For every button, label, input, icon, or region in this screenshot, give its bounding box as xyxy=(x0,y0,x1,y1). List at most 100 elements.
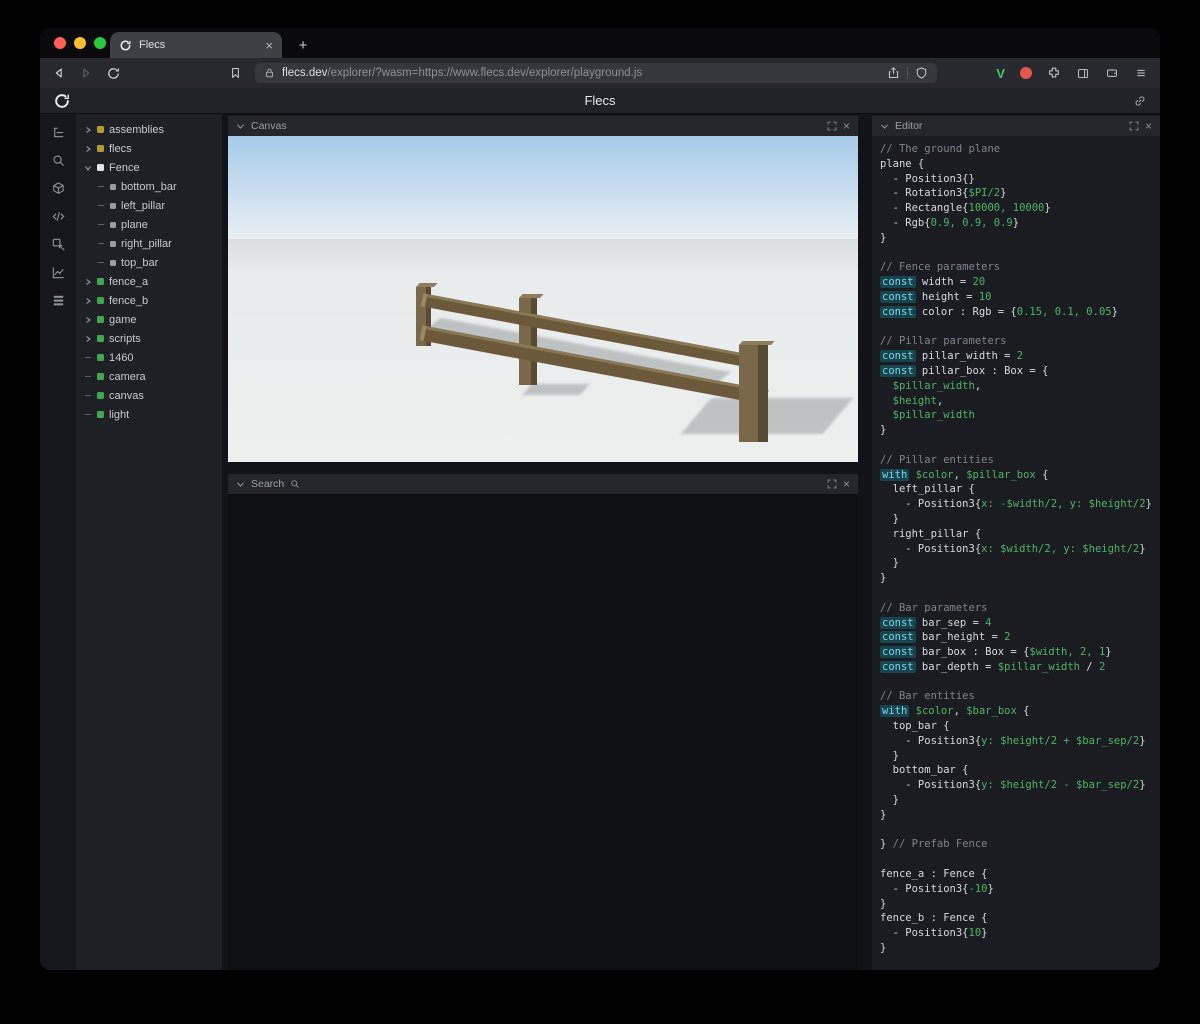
close-tab-icon[interactable]: × xyxy=(265,39,273,52)
code-line: const height = 10 xyxy=(880,290,992,303)
chevron-down-icon[interactable] xyxy=(236,123,245,130)
3d-viewport[interactable] xyxy=(228,136,858,462)
code-line: fence_a : Fence { xyxy=(880,868,988,881)
code-line: right_pillar { xyxy=(880,527,982,540)
code-line: fence_b : Fence { xyxy=(880,912,988,925)
chevron-down-icon[interactable] xyxy=(880,123,889,130)
code-line: - Position3{y: $height/2 - $bar_sep/2} xyxy=(880,779,1146,792)
code-line: plane { xyxy=(880,157,925,170)
tree-item-label: plane xyxy=(121,218,148,231)
code-icon[interactable] xyxy=(45,205,71,228)
search-icon[interactable] xyxy=(45,149,71,172)
code-line: const width = 20 xyxy=(880,276,986,289)
tree-icon[interactable] xyxy=(45,121,71,144)
chart-icon[interactable] xyxy=(45,261,71,284)
minimize-window-button[interactable] xyxy=(74,37,86,49)
tree-item-fence_a[interactable]: fence_a xyxy=(76,272,222,291)
code-line: with $color, $bar_box { xyxy=(880,705,1030,718)
close-window-button[interactable] xyxy=(54,37,66,49)
bookmark-icon[interactable] xyxy=(229,66,242,80)
share-icon[interactable] xyxy=(887,66,900,80)
stats-icon[interactable] xyxy=(45,289,71,312)
tree-item-assemblies[interactable]: assemblies xyxy=(76,120,222,139)
code-line: // Fence parameters xyxy=(880,261,1001,274)
tab-title: Flecs xyxy=(139,39,166,51)
entity-color-square xyxy=(97,126,104,133)
close-icon[interactable]: × xyxy=(843,120,850,132)
tree-item-fence_b[interactable]: fence_b xyxy=(76,291,222,310)
tree-item-light[interactable]: light xyxy=(76,405,222,424)
fullscreen-icon[interactable] xyxy=(1129,121,1139,131)
shield-icon[interactable] xyxy=(915,66,928,80)
tree-item-right_pillar[interactable]: right_pillar xyxy=(76,234,222,253)
tree-item-top_bar[interactable]: top_bar xyxy=(76,253,222,272)
main-area: assemblies flecs Fence bottom_bar left_pilla… xyxy=(40,114,1160,970)
code-line: } xyxy=(880,942,887,955)
record-extension-icon[interactable] xyxy=(1020,67,1032,79)
tree-item-left_pillar[interactable]: left_pillar xyxy=(76,196,222,215)
extensions-puzzle-icon[interactable] xyxy=(1047,66,1061,80)
tree-item-label: camera xyxy=(109,370,146,383)
fullscreen-icon[interactable] xyxy=(827,479,837,489)
url-path: /explorer/?wasm=https://www.flecs.dev/ex… xyxy=(327,67,643,79)
tree-item-Fence[interactable]: Fence xyxy=(76,158,222,177)
code-line: // The ground plane xyxy=(880,143,1001,155)
v-extension-icon[interactable]: V xyxy=(996,66,1005,81)
collapse-icon[interactable] xyxy=(83,164,92,172)
tree-item-plane[interactable]: plane xyxy=(76,215,222,234)
expand-icon[interactable] xyxy=(83,145,92,153)
expand-icon[interactable] xyxy=(83,316,92,324)
back-icon[interactable] xyxy=(52,66,66,80)
tree-item-flecs[interactable]: flecs xyxy=(76,139,222,158)
zoom-window-button[interactable] xyxy=(94,37,106,49)
expand-icon[interactable] xyxy=(83,297,92,305)
tree-item-game[interactable]: game xyxy=(76,310,222,329)
fullscreen-icon[interactable] xyxy=(827,121,837,131)
tree-item-1460[interactable]: 1460 xyxy=(76,348,222,367)
code-line: } xyxy=(880,557,899,570)
search-panel-header: Search × xyxy=(228,474,858,494)
tree-item-canvas[interactable]: canvas xyxy=(76,386,222,405)
reload-icon[interactable] xyxy=(106,66,121,81)
expand-icon[interactable] xyxy=(83,335,92,343)
new-tab-button[interactable]: + xyxy=(290,32,316,58)
close-icon[interactable]: × xyxy=(843,478,850,490)
tree-item-bottom_bar[interactable]: bottom_bar xyxy=(76,177,222,196)
tree-item-scripts[interactable]: scripts xyxy=(76,329,222,348)
editor-column: Editor × // The ground plane plane { - Po… xyxy=(872,114,1160,970)
fence-shadow xyxy=(522,384,590,395)
expand-icon[interactable] xyxy=(83,278,92,286)
wallet-icon[interactable] xyxy=(1105,67,1119,79)
code-line: - Position3{x: -$width/2, y: $height/2} xyxy=(880,498,1152,511)
tree-connector xyxy=(96,224,105,225)
code-line: } xyxy=(880,424,887,437)
tree-connector xyxy=(83,376,92,377)
code-line: } xyxy=(880,512,899,525)
tree-item-label: fence_b xyxy=(109,294,149,307)
inspect-icon[interactable] xyxy=(45,233,71,256)
code-line: const color : Rgb = {0.15, 0.1, 0.05} xyxy=(880,305,1118,318)
expand-icon[interactable] xyxy=(83,126,92,134)
code-line: const bar_sep = 4 xyxy=(880,616,992,629)
link-icon[interactable] xyxy=(1133,94,1147,108)
browser-tab[interactable]: Flecs × xyxy=(110,32,282,58)
code-line: const pillar_width = 2 xyxy=(880,350,1024,363)
code-line: - Position3{y: $height/2 + $bar_sep/2} xyxy=(880,734,1146,747)
code-editor[interactable]: // The ground plane plane { - Position3{}… xyxy=(872,136,1160,970)
tree-item-camera[interactable]: camera xyxy=(76,367,222,386)
forward-icon[interactable] xyxy=(79,66,93,80)
tree-item-label: canvas xyxy=(109,389,144,402)
entity-color-square xyxy=(97,373,104,380)
chevron-down-icon[interactable] xyxy=(236,481,245,488)
entity-color-square xyxy=(97,164,104,171)
code-line: // Pillar parameters xyxy=(880,335,1007,348)
tree-connector xyxy=(83,414,92,415)
close-icon[interactable]: × xyxy=(1145,120,1152,132)
code-line: } xyxy=(880,794,899,807)
sidebar-icon[interactable] xyxy=(1076,67,1090,80)
address-bar[interactable]: flecs.dev/explorer/?wasm=https://www.fle… xyxy=(255,63,938,83)
menu-icon[interactable] xyxy=(1134,67,1148,79)
cube-icon[interactable] xyxy=(45,177,71,200)
